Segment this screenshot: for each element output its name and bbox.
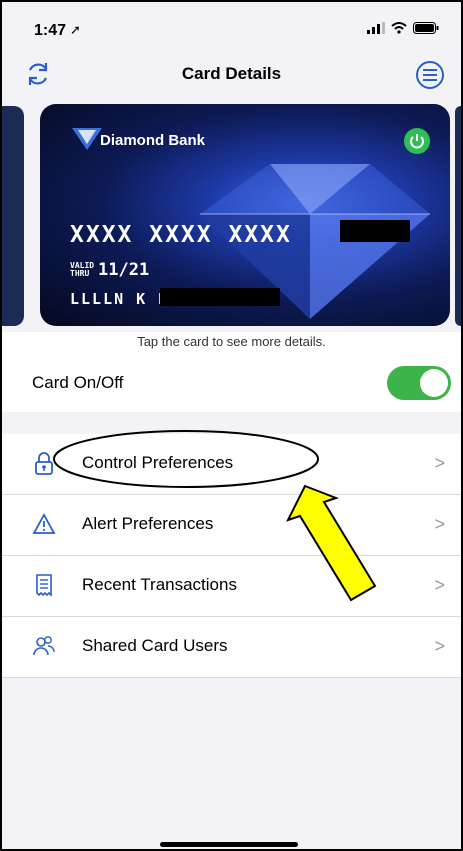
page-title: Card Details — [181, 64, 282, 83]
card-toggle-label: Card On/Off — [32, 373, 124, 392]
status-bar: 1:47 ➚ — [2, 2, 461, 52]
bank-name: Diamond Bank — [100, 132, 206, 149]
status-time: 1:47 — [34, 22, 67, 39]
menu-item-label: Recent Transactions — [82, 575, 237, 594]
card-on-off-toggle[interactable] — [387, 366, 451, 400]
redaction-bar — [340, 220, 410, 242]
alert-icon — [32, 513, 56, 534]
next-card[interactable] — [455, 106, 461, 326]
menu-item-alert-preferences[interactable]: Alert Preferences > — [2, 495, 461, 556]
battery-icon — [413, 22, 439, 34]
chevron-right-icon: > — [434, 514, 445, 534]
previous-card[interactable] — [2, 106, 24, 326]
card-hint: Tap the card to see more details. — [137, 334, 326, 349]
power-icon[interactable] — [404, 128, 430, 154]
menu-item-label: Alert Preferences — [82, 514, 214, 533]
debit-card[interactable]: Diamond Bank XXXX XXXX XXXX VALID THRU 1… — [40, 104, 450, 326]
wifi-icon — [391, 22, 407, 34]
menu-item-shared-card-users[interactable]: Shared Card Users > — [2, 617, 461, 678]
chevron-right-icon: > — [434, 575, 445, 595]
valid-thru-label: VALID THRU — [70, 261, 95, 278]
card-menu: Control Preferences > Alert Preferences … — [2, 434, 461, 678]
menu-item-label: Control Preferences — [82, 453, 234, 472]
receipt-icon — [36, 574, 52, 597]
chevron-right-icon: > — [434, 636, 445, 656]
users-icon — [33, 636, 55, 656]
section-divider — [2, 412, 461, 434]
menu-item-recent-transactions[interactable]: Recent Transactions > — [2, 556, 461, 617]
menu-icon[interactable] — [415, 60, 445, 90]
nav-bar: Card Details — [2, 52, 461, 100]
location-arrow-icon: ➚ — [70, 22, 81, 37]
home-indicator[interactable] — [160, 842, 298, 847]
menu-item-label: Shared Card Users — [82, 636, 228, 655]
lock-icon — [35, 452, 53, 475]
card-expiry: 11/21 — [98, 260, 150, 280]
signal-icon — [367, 22, 385, 34]
card-carousel[interactable]: Diamond Bank XXXX XXXX XXXX VALID THRU 1… — [2, 100, 461, 332]
toggle-knob — [420, 369, 448, 397]
phone-screen: 1:47 ➚ Card Details Diamond Bank XXXX XX… — [0, 0, 463, 851]
menu-item-control-preferences[interactable]: Control Preferences > — [2, 434, 461, 495]
empty-area — [2, 678, 461, 849]
card-toggle-row: Card On/Off — [2, 352, 461, 410]
redaction-bar — [160, 288, 280, 306]
chevron-right-icon: > — [434, 453, 445, 473]
card-number: XXXX XXXX XXXX — [70, 222, 292, 248]
diamond-bank-logo-icon — [72, 128, 102, 150]
